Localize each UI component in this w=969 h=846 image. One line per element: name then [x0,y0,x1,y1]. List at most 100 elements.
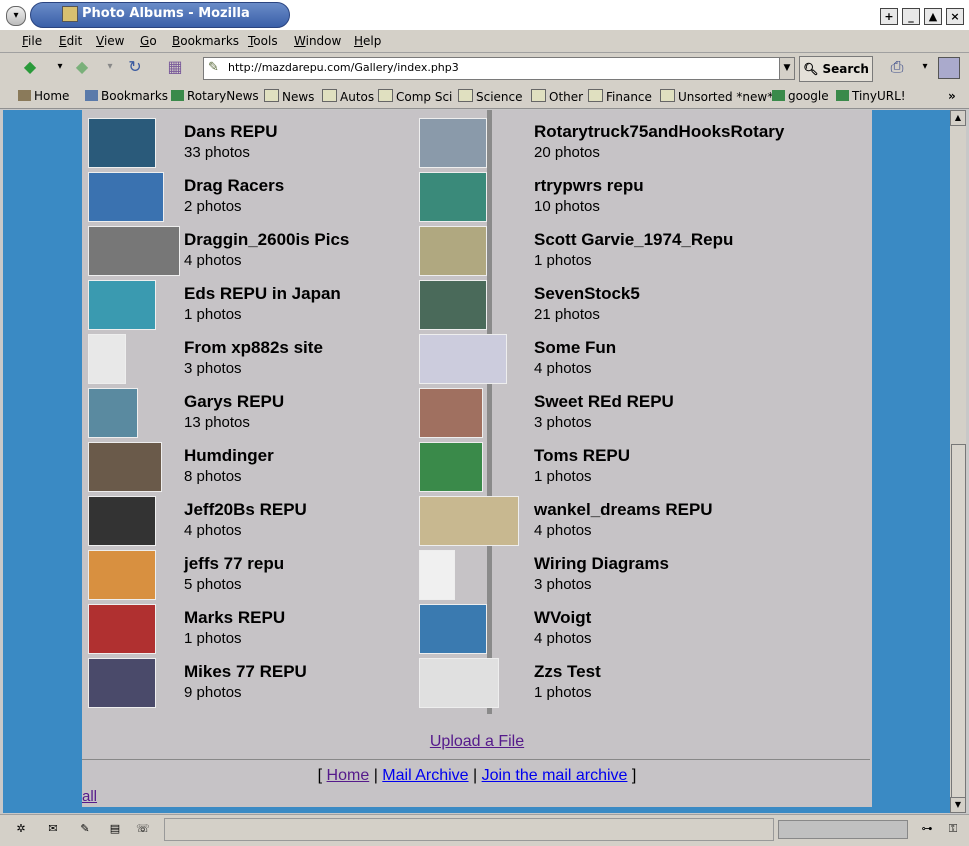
minimize-button[interactable]: _ [902,8,920,25]
url-bar[interactable]: ✎ http://mazdarepu.com/Gallery/index.php… [203,57,795,80]
album-thumbnail[interactable] [88,496,156,546]
url-dropdown-icon[interactable]: ▼ [779,58,794,79]
album-name[interactable]: rtrypwrs repu [534,176,644,196]
album-thumbnail[interactable] [419,280,487,330]
search-button[interactable]: 🔍︎ Search [799,56,873,82]
album-name[interactable]: Zzs Test [534,662,601,682]
album-item[interactable]: Rotarytruck75andHooksRotary 20 photos [419,118,859,172]
scroll-thumb[interactable] [951,444,966,806]
album-item[interactable]: Wiring Diagrams 3 photos [419,550,859,604]
album-name[interactable]: Eds REPU in Japan [184,284,341,304]
album-name[interactable]: Rotarytruck75andHooksRotary [534,122,784,142]
album-thumbnail[interactable] [88,172,164,222]
scroll-up-icon[interactable]: ▲ [950,110,966,126]
reload-icon[interactable]: ↻ [125,57,145,77]
menu-bookmarks[interactable]: Bookmarks [172,34,239,48]
all-link[interactable]: all [82,788,97,805]
album-name[interactable]: Mikes 77 REPU [184,662,307,682]
album-name[interactable]: WVoigt [534,608,591,628]
album-name[interactable]: Sweet REd REPU [534,392,674,412]
bookmark-unsorted[interactable]: Unsorted *new* [660,89,773,104]
vertical-scrollbar[interactable]: ▲ ▼ [950,110,966,813]
bookmark-finance[interactable]: Finance [588,89,652,104]
irc-icon[interactable]: ☏ [134,821,152,837]
print-icon[interactable]: ⎙ [887,57,907,77]
album-item[interactable]: Some Fun 4 photos [419,334,859,388]
album-item[interactable]: Toms REPU 1 photos [419,442,859,496]
album-name[interactable]: Draggin_2600is Pics [184,230,349,250]
album-item[interactable]: rtrypwrs repu 10 photos [419,172,859,226]
album-thumbnail[interactable] [419,496,519,546]
album-item[interactable]: Scott Garvie_1974_Repu 1 photos [419,226,859,280]
menu-window[interactable]: Window [294,34,341,48]
album-name[interactable]: Toms REPU [534,446,630,466]
bookmark-science[interactable]: Science [458,89,523,104]
album-name[interactable]: SevenStock5 [534,284,640,304]
album-name[interactable]: Scott Garvie_1974_Repu [534,230,733,250]
sticky-button[interactable]: + [880,8,898,25]
album-thumbnail[interactable] [88,550,156,600]
album-thumbnail[interactable] [88,388,138,438]
album-name[interactable]: jeffs 77 repu [184,554,284,574]
album-thumbnail[interactable] [419,118,487,168]
album-thumbnail[interactable] [419,442,483,492]
album-name[interactable]: Garys REPU [184,392,284,412]
album-thumbnail[interactable] [88,604,156,654]
mail-icon[interactable]: ✉ [44,821,62,837]
bookmark-bookmarks[interactable]: Bookmarks [85,89,168,103]
album-thumbnail[interactable] [88,226,180,276]
album-name[interactable]: Marks REPU [184,608,285,628]
navigator-icon[interactable]: ✲ [12,821,30,837]
bookmark-other[interactable]: Other [531,89,583,104]
album-thumbnail[interactable] [419,604,487,654]
composer-icon[interactable]: ✎ [76,821,94,837]
maximize-button[interactable]: ▲ [924,8,942,25]
forward-dropdown-icon[interactable]: ▾ [100,57,120,77]
album-item[interactable]: wankel_dreams REPU 4 photos [419,496,859,550]
throbber-icon[interactable] [938,57,960,79]
bookmark-tinyurl[interactable]: TinyURL! [836,89,906,103]
album-name[interactable]: Drag Racers [184,176,284,196]
menu-view[interactable]: View [96,34,124,48]
bookmark-google[interactable]: google [772,89,829,103]
back-dropdown-icon[interactable]: ▾ [50,57,70,77]
scroll-down-icon[interactable]: ▼ [950,797,966,813]
menu-go[interactable]: Go [140,34,157,48]
album-name[interactable]: Some Fun [534,338,616,358]
chevron-right-icon[interactable]: » [948,89,956,103]
menu-help[interactable]: Help [354,34,381,48]
upload-file-link[interactable]: Upload a File [430,733,524,750]
album-name[interactable]: Wiring Diagrams [534,554,669,574]
mail-archive-link[interactable]: Mail Archive [382,767,468,784]
album-thumbnail[interactable] [419,226,487,276]
back-arrow-icon[interactable]: ◆ [20,57,40,77]
stop-icon[interactable]: ▦ [165,57,185,77]
forward-arrow-icon[interactable]: ◆ [72,57,92,77]
album-name[interactable]: wankel_dreams REPU [534,500,713,520]
album-item[interactable]: WVoigt 4 photos [419,604,859,658]
bookmark-rotarynews[interactable]: RotaryNews [171,89,259,103]
addressbook-icon[interactable]: ▤ [106,821,124,837]
album-thumbnail[interactable] [88,334,126,384]
album-name[interactable]: Dans REPU [184,122,278,142]
security-lock-icon[interactable]: ⚿ [944,821,962,837]
menu-tools[interactable]: Tools [248,34,278,48]
join-mail-archive-link[interactable]: Join the mail archive [482,767,628,784]
bookmark-autos[interactable]: Autos [322,89,374,104]
home-link[interactable]: Home [327,767,370,784]
album-item[interactable]: SevenStock5 21 photos [419,280,859,334]
album-thumbnail[interactable] [419,334,507,384]
menu-file[interactable]: File [22,34,42,48]
album-thumbnail[interactable] [88,118,156,168]
menu-edit[interactable]: Edit [59,34,82,48]
album-thumbnail[interactable] [419,388,483,438]
close-button[interactable]: × [946,8,964,25]
album-thumbnail[interactable] [88,442,162,492]
album-thumbnail[interactable] [88,280,156,330]
bookmark-home[interactable]: Home [18,89,69,103]
album-thumbnail[interactable] [88,658,156,708]
album-thumbnail[interactable] [419,550,455,600]
album-name[interactable]: From xp882s site [184,338,323,358]
online-status-icon[interactable]: ⊶ [918,821,936,837]
window-menu-button[interactable]: ▾ [6,6,26,26]
